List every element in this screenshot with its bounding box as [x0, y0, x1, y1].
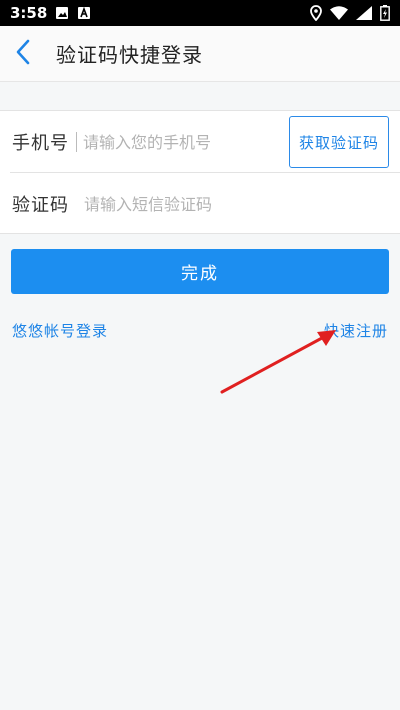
text-cursor — [76, 132, 77, 152]
get-code-button[interactable]: 获取验证码 — [289, 116, 389, 168]
location-icon — [310, 5, 322, 21]
image-icon — [55, 6, 69, 20]
quick-register-link[interactable]: 快速注册 — [324, 320, 388, 341]
app-header: 验证码快捷登录 — [0, 26, 400, 82]
wifi-icon — [330, 6, 348, 20]
chevron-left-icon — [15, 39, 31, 69]
back-button[interactable] — [0, 26, 46, 82]
status-time: 3:58 — [10, 4, 48, 22]
account-login-link[interactable]: 悠悠帐号登录 — [12, 320, 108, 341]
phone-row: 手机号 获取验证码 — [0, 111, 400, 173]
submit-button[interactable]: 完成 — [11, 249, 389, 294]
login-form: 手机号 获取验证码 验证码 — [0, 110, 400, 234]
code-row: 验证码 — [0, 173, 400, 235]
code-input[interactable] — [84, 184, 384, 224]
code-label: 验证码 — [12, 195, 69, 216]
battery-charging-icon — [380, 5, 390, 21]
status-bar: 3:58 — [0, 0, 400, 26]
a-app-icon — [77, 6, 91, 20]
phone-label: 手机号 — [12, 133, 69, 154]
signal-icon — [356, 6, 372, 20]
phone-input[interactable] — [83, 122, 279, 162]
page-title: 验证码快捷登录 — [56, 43, 203, 67]
annotation-arrow-icon — [220, 330, 336, 394]
